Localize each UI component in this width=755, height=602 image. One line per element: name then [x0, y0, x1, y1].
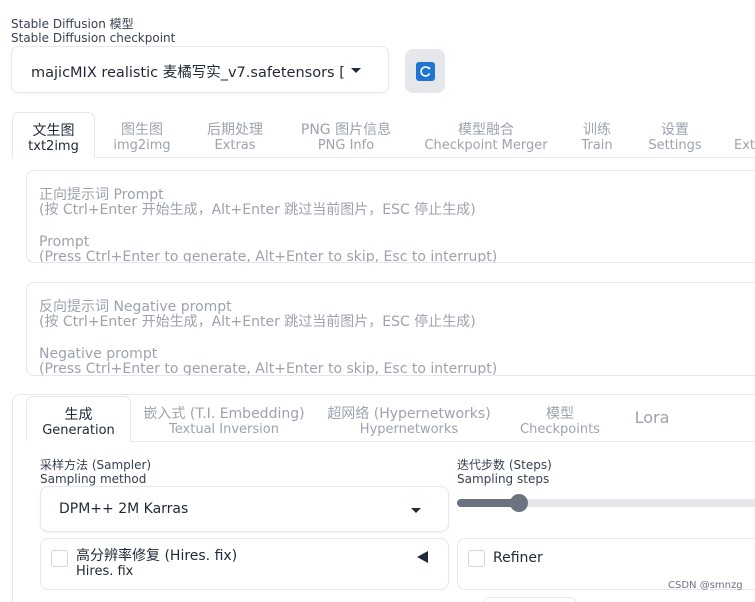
- tab-checkpoint-merger[interactable]: 模型融合 Checkpoint Merger: [419, 112, 553, 158]
- tab-label-en: img2img: [113, 138, 171, 153]
- subtab-label-zh: 嵌入式 (T.I. Embedding): [143, 406, 305, 422]
- tab-txt2img[interactable]: 文生图 txt2img: [12, 112, 95, 158]
- subtab-checkpoints[interactable]: 模型 Checkpoints: [510, 396, 610, 442]
- tab-extensions[interactable]: Ext: [734, 112, 755, 158]
- subtab-label-en: Generation: [42, 423, 115, 438]
- subtab-generation[interactable]: 生成 Generation: [26, 396, 131, 442]
- tab-img2img[interactable]: 图生图 img2img: [100, 112, 184, 158]
- prompt-placeholder-line: (按 Ctrl+Enter 开始生成，Alt+Enter 跳过当前图片，ESC …: [39, 202, 476, 218]
- partial-control: [484, 597, 576, 602]
- tab-label-en: PNG Info: [317, 138, 375, 153]
- checkpoint-value: majicMIX realistic 麦橘写实_v7.safetensors […: [31, 65, 346, 81]
- refresh-checkpoint-button[interactable]: [405, 49, 445, 93]
- tab-label-en: txt2img: [28, 139, 79, 154]
- checkpoint-dropdown[interactable]: majicMIX realistic 麦橘写实_v7.safetensors […: [11, 46, 389, 93]
- refiner-label: Refiner: [493, 550, 543, 566]
- prompt-textarea[interactable]: 正向提示词 Prompt (按 Ctrl+Enter 开始生成，Alt+Ente…: [26, 170, 755, 263]
- tab-label-zh: 训练: [583, 122, 611, 138]
- tab-label-en: Checkpoint Merger: [424, 138, 548, 153]
- tab-label-zh: 文生图: [32, 123, 75, 139]
- chevron-down-icon: [411, 508, 421, 513]
- tab-label-zh: 模型融合: [458, 122, 514, 138]
- tab-label-en: Settings: [648, 138, 702, 153]
- refresh-icon: [416, 62, 435, 81]
- sampler-label-en: Sampling method: [40, 472, 147, 486]
- subtab-label-en: Textual Inversion: [169, 422, 279, 437]
- checkpoint-label-zh: Stable Diffusion 模型: [11, 17, 134, 31]
- subtab-textual-inversion[interactable]: 嵌入式 (T.I. Embedding) Textual Inversion: [140, 396, 308, 442]
- tab-train[interactable]: 训练 Train: [570, 112, 624, 158]
- tab-label-en: Train: [581, 138, 613, 153]
- sampler-label: 采样方法 (Sampler) Sampling method: [40, 458, 151, 486]
- tab-label-zh: PNG 图片信息: [300, 122, 392, 138]
- prompt-placeholder-line: Prompt: [39, 234, 90, 250]
- negative-prompt-textarea[interactable]: 反向提示词 Negative prompt (按 Ctrl+Enter 开始生成…: [26, 282, 755, 376]
- refiner-checkbox[interactable]: [468, 550, 485, 567]
- subtab-lora[interactable]: Lora: [622, 396, 682, 442]
- hires-fix-label: 高分辨率修复 (Hires. fix) Hires. fix: [76, 548, 238, 580]
- subtab-label: Lora: [634, 408, 670, 427]
- hires-fix-label-zh: 高分辨率修复 (Hires. fix): [76, 548, 238, 564]
- subtab-label-zh: 超网络 (Hypernetworks): [327, 406, 491, 422]
- hires-fix-label-en: Hires. fix: [76, 564, 134, 579]
- watermark-text: CSDN @smnzg: [668, 580, 743, 591]
- prompt-placeholder-line: (Press Ctrl+Enter to generate, Alt+Enter…: [39, 249, 498, 263]
- subtab-label-zh: 生成: [64, 407, 93, 423]
- tab-label-zh: [734, 122, 755, 138]
- sampler-label-zh: 采样方法 (Sampler): [40, 458, 152, 472]
- subtab-label-zh: 模型: [546, 406, 574, 422]
- tab-extras[interactable]: 后期处理 Extras: [190, 112, 280, 158]
- tab-label-en: Ext: [734, 138, 755, 153]
- subtab-hypernetworks[interactable]: 超网络 (Hypernetworks) Hypernetworks: [325, 396, 493, 442]
- negative-prompt-placeholder-line: (按 Ctrl+Enter 开始生成，Alt+Enter 跳过当前图片，ESC …: [39, 314, 476, 330]
- tab-label-zh: 图生图: [121, 122, 163, 138]
- hires-fix-accordion[interactable]: 高分辨率修复 (Hires. fix) Hires. fix: [40, 538, 449, 590]
- steps-label-zh: 迭代步数 (Steps): [457, 458, 552, 472]
- tab-label-zh: 后期处理: [207, 122, 263, 138]
- negative-prompt-placeholder-line: 反向提示词 Negative prompt: [39, 299, 232, 315]
- sampler-value: DPM++ 2M Karras: [59, 501, 189, 517]
- hires-fix-checkbox[interactable]: [51, 550, 68, 567]
- tab-label-en: Extras: [214, 138, 256, 153]
- tab-label-zh: 设置: [661, 122, 689, 138]
- steps-label-en: Sampling steps: [457, 472, 550, 486]
- chevron-down-icon: [351, 68, 361, 73]
- negative-prompt-placeholder-line: Negative prompt: [39, 346, 158, 362]
- steps-label: 迭代步数 (Steps) Sampling steps: [457, 458, 552, 486]
- subtab-label-en: Hypernetworks: [359, 422, 459, 437]
- negative-prompt-placeholder-line: (Press Ctrl+Enter to generate, Alt+Enter…: [39, 361, 498, 376]
- prompt-placeholder-line: 正向提示词 Prompt: [39, 187, 164, 203]
- subtab-label-en: Checkpoints: [520, 422, 600, 437]
- tab-settings[interactable]: 设置 Settings: [640, 112, 710, 158]
- collapse-arrow-icon[interactable]: [417, 551, 428, 563]
- sampler-dropdown[interactable]: DPM++ 2M Karras: [40, 486, 449, 532]
- checkpoint-label: Stable Diffusion 模型 Stable Diffusion che…: [11, 17, 175, 45]
- steps-slider-thumb[interactable]: [510, 494, 528, 512]
- checkpoint-label-en: Stable Diffusion checkpoint: [11, 31, 176, 45]
- tab-png-info[interactable]: PNG 图片信息 PNG Info: [290, 112, 402, 158]
